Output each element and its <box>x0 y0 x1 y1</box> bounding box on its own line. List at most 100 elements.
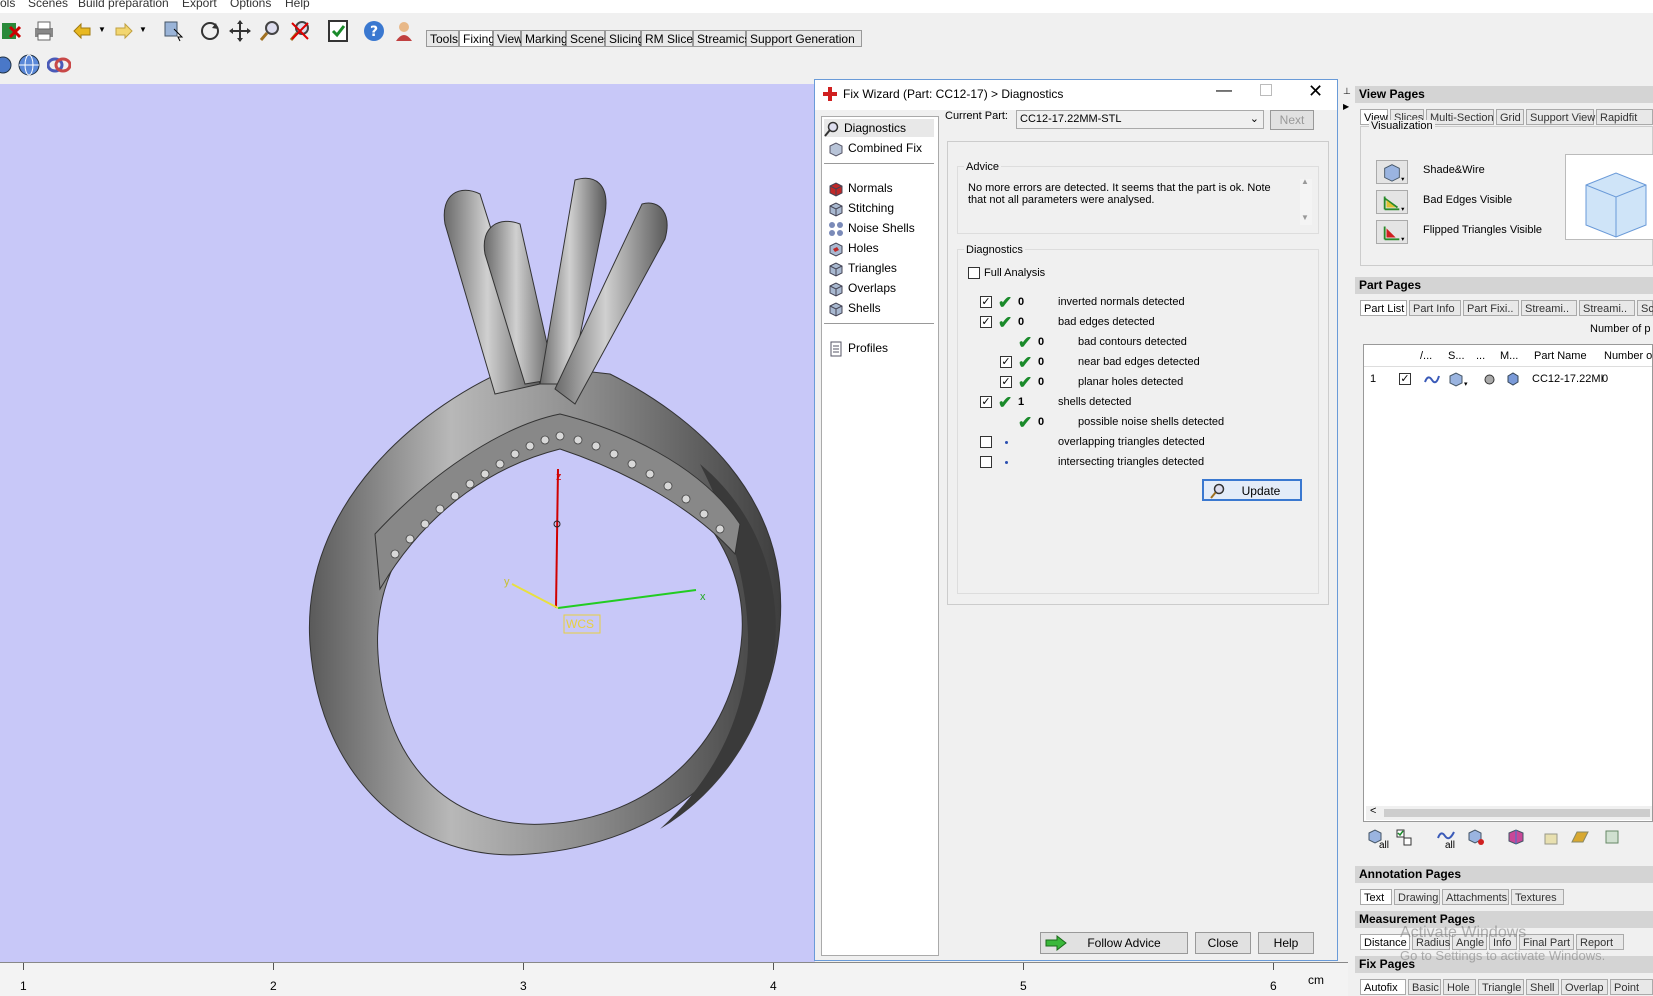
panel-splitter[interactable]: ⊥ ▶ <box>1341 84 1353 954</box>
menu-scenes[interactable]: Scenes <box>28 0 68 10</box>
part-tab-5[interactable]: Sc <box>1637 300 1653 316</box>
part-tab-1[interactable]: Part Info <box>1409 300 1461 316</box>
shade-wire-icon[interactable]: ▾ <box>1376 160 1408 184</box>
current-part-select[interactable]: CC12-17.22MM-STL ⌄ <box>1016 110 1264 129</box>
expand-icon[interactable]: ▶ <box>1343 102 1349 111</box>
ribbon-tab-fixing[interactable]: Fixing <box>459 30 495 47</box>
diagnostic-checkbox[interactable]: ✓ <box>980 316 992 328</box>
fix-tab-0[interactable]: Autofix <box>1360 979 1406 995</box>
menu-help[interactable]: Help <box>285 0 310 10</box>
ribbon-tab-marking[interactable]: Marking <box>521 30 568 47</box>
redo-icon[interactable] <box>112 19 136 43</box>
sphere-view-icon[interactable] <box>0 54 12 76</box>
part-shading-icon[interactable]: ▾ <box>1448 371 1470 387</box>
import-icon[interactable] <box>1543 828 1561 846</box>
nav-holes[interactable]: Holes <box>828 239 879 257</box>
rotate-icon[interactable] <box>198 19 222 43</box>
full-analysis-checkbox[interactable] <box>968 267 980 279</box>
menu-build-preparation[interactable]: Build preparation <box>78 0 169 10</box>
export-icon[interactable] <box>1603 828 1621 846</box>
col-header-number[interactable]: Number o <box>1604 350 1652 362</box>
close-icon[interactable]: ✕ <box>1308 81 1323 102</box>
diagnostic-checkbox[interactable] <box>980 436 992 448</box>
horizontal-scrollbar[interactable]: < <box>1366 805 1652 820</box>
nav-diagnostics[interactable]: Diagnostics <box>824 119 934 137</box>
diagnostic-checkbox[interactable]: ✓ <box>980 396 992 408</box>
view-tab-5[interactable]: Rapidfit <box>1596 109 1653 125</box>
annotation-tab-1[interactable]: Drawing <box>1394 889 1440 905</box>
user-help-icon[interactable] <box>392 19 416 43</box>
fix-tab-2[interactable]: Hole <box>1443 979 1476 995</box>
diagnostic-checkbox[interactable]: ✓ <box>1000 376 1012 388</box>
toggle-checkboxes-icon[interactable] <box>1395 828 1413 846</box>
ribbon-tab-view[interactable]: View <box>493 30 523 47</box>
undo-icon[interactable] <box>70 19 94 43</box>
undo-dropdown-icon[interactable]: ▼ <box>98 25 106 34</box>
part-tab-2[interactable]: Part Fixi.. <box>1463 300 1519 316</box>
nav-noise-shells[interactable]: Noise Shells <box>828 219 915 237</box>
nav-overlaps[interactable]: Overlaps <box>828 279 896 297</box>
plane-icon[interactable] <box>1571 828 1589 846</box>
checklist-icon[interactable] <box>326 19 350 43</box>
fix-tab-5[interactable]: Overlap <box>1561 979 1608 995</box>
menu-export[interactable]: Export <box>182 0 217 10</box>
diagnostic-checkbox[interactable]: ✓ <box>1000 356 1012 368</box>
print-icon[interactable] <box>32 19 56 43</box>
zoom-reset-icon[interactable] <box>288 19 312 43</box>
view-tab-2[interactable]: Multi-Section <box>1426 109 1494 125</box>
link-icon[interactable] <box>47 56 71 74</box>
scrollbar-thumb[interactable] <box>1384 809 1650 817</box>
maximize-icon[interactable] <box>1260 84 1272 96</box>
row-visible-checkbox[interactable]: ✓ <box>1399 373 1411 385</box>
fix-tab-6[interactable]: Point <box>1610 979 1653 995</box>
col-header-part-name[interactable]: Part Name <box>1534 350 1587 362</box>
view-tab-3[interactable]: Grid <box>1496 109 1524 125</box>
exit-icon[interactable] <box>0 19 24 43</box>
shells-all-icon[interactable] <box>1467 828 1485 846</box>
annotation-tab-0[interactable]: Text <box>1360 889 1392 905</box>
part-tab-3[interactable]: Streami.. <box>1521 300 1577 316</box>
ribbon-tab-streamics[interactable]: Streamics <box>693 30 750 47</box>
fix-tab-3[interactable]: Triangle <box>1478 979 1524 995</box>
select-part-icon[interactable] <box>162 19 186 43</box>
diagnostic-checkbox[interactable] <box>980 456 992 468</box>
nav-profiles[interactable]: Profiles <box>828 339 888 357</box>
menu-tools[interactable]: ols <box>0 0 15 10</box>
help-button[interactable]: Help <box>1258 932 1314 954</box>
col-header-1[interactable]: /... <box>1420 350 1432 362</box>
nav-shells[interactable]: Shells <box>828 299 881 317</box>
ribbon-tab-tools[interactable]: Tools <box>426 30 459 47</box>
zoom-icon[interactable] <box>258 19 282 43</box>
advice-scrollbar[interactable]: ▲ ▼ <box>1300 177 1312 225</box>
ribbon-tab-scenes[interactable]: Scenes <box>566 30 610 47</box>
part-tab-0[interactable]: Part List <box>1360 300 1407 316</box>
redo-dropdown-icon[interactable]: ▼ <box>139 25 147 34</box>
ribbon-tab-slicing[interactable]: Slicing <box>605 30 644 47</box>
pan-icon[interactable] <box>228 19 252 43</box>
flipped-triangles-icon[interactable]: ▾ <box>1376 220 1408 244</box>
pin-icon[interactable]: ⊥ <box>1343 86 1351 97</box>
annotation-tab-3[interactable]: Textures <box>1511 889 1564 905</box>
col-header-4[interactable]: M... <box>1500 350 1518 362</box>
ring-model[interactable]: z x y WCS <box>0 84 815 962</box>
table-row[interactable]: 1 ✓ ▾ CC12-17.22MI 0 <box>1364 370 1652 388</box>
ribbon-tab-rm-slicer[interactable]: RM Slicer <box>641 30 697 47</box>
next-button[interactable]: Next <box>1270 110 1314 130</box>
close-button[interactable]: Close <box>1195 932 1251 954</box>
color-parts-icon[interactable] <box>1507 828 1525 846</box>
dialog-title-bar[interactable]: Fix Wizard (Part: CC12-17) > Diagnostics… <box>815 80 1337 110</box>
view-tab-4[interactable]: Support View <box>1526 109 1595 125</box>
ribbon-tab-support-generation[interactable]: Support Generation <box>746 30 862 47</box>
col-header-2[interactable]: S... <box>1448 350 1465 362</box>
globe-view-icon[interactable] <box>17 53 41 77</box>
view-cube-preview[interactable] <box>1565 154 1653 240</box>
3d-viewport[interactable]: z x y WCS <box>0 84 815 962</box>
update-button[interactable]: Update <box>1202 479 1302 501</box>
nav-normals[interactable]: Normals <box>828 179 893 197</box>
nav-triangles[interactable]: Triangles <box>828 259 897 277</box>
diagnostic-checkbox[interactable]: ✓ <box>980 296 992 308</box>
scroll-left-icon[interactable]: < <box>1370 805 1376 817</box>
bad-edges-icon[interactable]: ▾ <box>1376 190 1408 214</box>
minimize-icon[interactable]: — <box>1216 82 1232 100</box>
follow-advice-button[interactable]: Follow Advice <box>1040 932 1188 954</box>
